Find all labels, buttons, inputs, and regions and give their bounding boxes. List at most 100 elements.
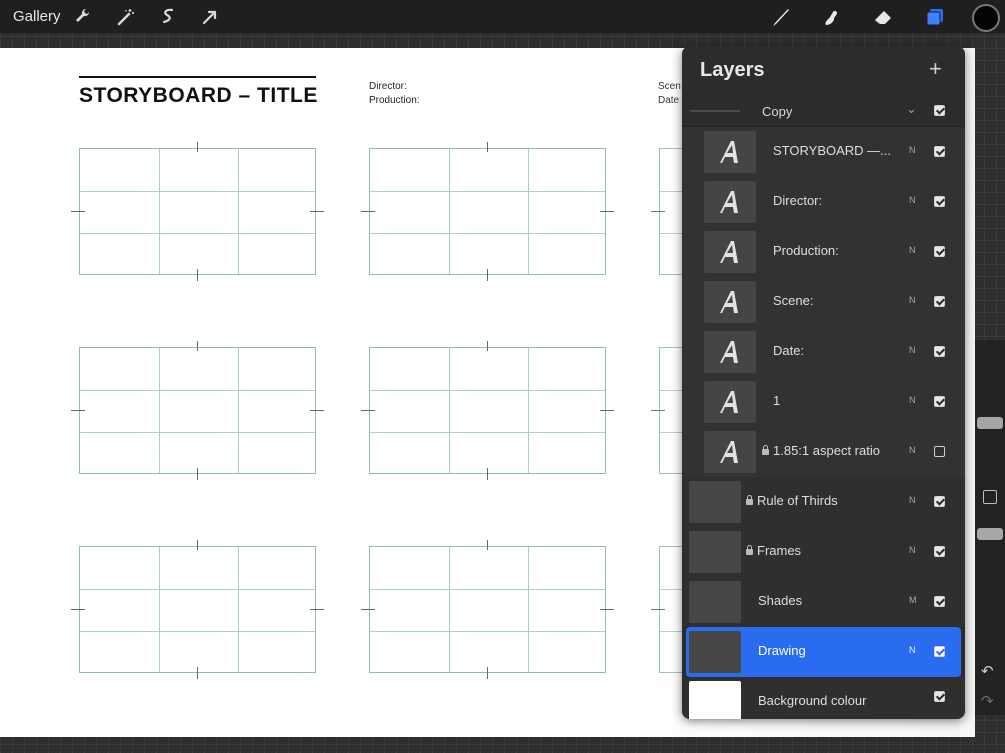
blend-mode-button[interactable]: N — [909, 345, 916, 355]
text-layer-thumbnail — [704, 181, 756, 223]
frame-center-mark — [197, 468, 198, 480]
lock-icon — [746, 495, 753, 505]
blend-mode-button[interactable]: N — [909, 495, 916, 505]
blend-mode-button[interactable]: N — [909, 645, 916, 655]
layer-name: Shades — [758, 593, 803, 608]
text-layer-thumbnail — [704, 131, 756, 173]
frame-center-mark — [361, 211, 375, 212]
rule-of-thirds-line — [80, 589, 315, 590]
frame-center-mark — [197, 341, 198, 351]
eraser-icon[interactable] — [872, 6, 894, 28]
rule-of-thirds-line — [370, 631, 605, 632]
frame-center-mark — [197, 667, 198, 679]
layer-visibility-checkbox[interactable] — [934, 246, 945, 257]
storyboard-frame — [79, 546, 316, 673]
layer-name: 1.85:1 aspect ratio — [762, 443, 880, 458]
blend-mode-button[interactable]: N — [909, 295, 916, 305]
rule-of-thirds-line — [449, 348, 450, 473]
frame-center-mark — [487, 540, 488, 550]
wrench-icon[interactable] — [72, 6, 94, 28]
blend-mode-button[interactable]: N — [909, 145, 916, 155]
layer-visibility-checkbox[interactable] — [934, 446, 945, 457]
redo-icon[interactable]: ↷ — [981, 692, 994, 710]
layer-visibility-checkbox[interactable] — [934, 691, 945, 702]
smudge-icon[interactable] — [820, 6, 842, 28]
layer-name: Date: — [773, 343, 805, 358]
blend-mode-button[interactable]: N — [909, 195, 916, 205]
text-a-icon — [720, 291, 738, 313]
brush-icon[interactable] — [770, 6, 792, 28]
brush-size-slider[interactable] — [977, 417, 1003, 429]
layer-visibility-checkbox[interactable] — [934, 596, 945, 607]
layer-visibility-checkbox[interactable] — [934, 296, 945, 307]
blend-mode-button[interactable]: N — [909, 245, 916, 255]
layer-row[interactable]: Director: N — [682, 177, 965, 228]
rule-of-thirds-line — [80, 390, 315, 391]
magic-wand-icon[interactable] — [115, 6, 137, 28]
layer-row[interactable]: Production: N — [682, 227, 965, 278]
layer-row[interactable]: Background colour — [682, 677, 965, 719]
layer-thumbnail — [689, 581, 741, 623]
opacity-slider[interactable] — [977, 528, 1003, 540]
storyboard-frame — [79, 347, 316, 474]
transform-icon[interactable] — [199, 6, 221, 28]
frame-center-mark — [487, 269, 488, 281]
group-name: Copy — [762, 104, 793, 119]
modify-button[interactable] — [983, 490, 997, 504]
frame-center-mark — [71, 211, 85, 212]
group-thumbnail — [690, 110, 740, 112]
layer-visibility-checkbox[interactable] — [934, 496, 945, 507]
layer-row[interactable]: Drawing N — [686, 627, 961, 678]
layer-thumbnail — [689, 481, 741, 523]
layer-group-copy[interactable]: Copy ⌄ — [682, 96, 965, 127]
layers-title: Layers — [700, 59, 765, 81]
layer-row[interactable]: Shades M — [682, 577, 965, 628]
blend-mode-button[interactable]: N — [909, 545, 916, 555]
group-visibility-checkbox[interactable] — [934, 105, 945, 116]
selection-icon[interactable] — [157, 6, 179, 28]
text-a-icon — [720, 241, 738, 263]
scene-label: Scen — [658, 81, 681, 92]
frame-center-mark — [310, 609, 324, 610]
color-picker-button[interactable] — [972, 4, 1000, 32]
layer-row[interactable]: Scene: N — [682, 277, 965, 328]
rule-of-thirds-line — [528, 149, 529, 274]
layer-visibility-checkbox[interactable] — [934, 646, 945, 657]
layer-visibility-checkbox[interactable] — [934, 546, 945, 557]
add-layer-button[interactable]: + — [929, 56, 942, 82]
layer-name: Director: — [773, 193, 823, 208]
layer-visibility-checkbox[interactable] — [934, 196, 945, 207]
text-layer-thumbnail — [704, 231, 756, 273]
layer-name: Rule of Thirds — [746, 493, 838, 508]
rule-of-thirds-line — [370, 191, 605, 192]
rule-of-thirds-line — [80, 631, 315, 632]
blend-mode-button[interactable]: M — [909, 595, 917, 605]
rule-of-thirds-line — [449, 149, 450, 274]
blend-mode-button[interactable]: N — [909, 445, 916, 455]
lock-icon — [762, 445, 769, 455]
layer-row[interactable]: 1.85:1 aspect ratio N — [682, 427, 965, 478]
layer-row[interactable]: Frames N — [682, 527, 965, 578]
director-label: Director: — [369, 81, 407, 92]
frame-center-mark — [600, 410, 614, 411]
chevron-down-icon[interactable]: ⌄ — [906, 101, 917, 117]
frame-center-mark — [310, 211, 324, 212]
text-layer-thumbnail — [704, 331, 756, 373]
rule-of-thirds-line — [370, 390, 605, 391]
production-label: Production: — [369, 95, 420, 106]
meta-right: Scen Date — [658, 80, 681, 108]
layers-icon[interactable] — [924, 6, 946, 28]
blend-mode-button[interactable]: N — [909, 395, 916, 405]
layer-visibility-checkbox[interactable] — [934, 146, 945, 157]
layer-visibility-checkbox[interactable] — [934, 396, 945, 407]
layer-row[interactable]: Date: N — [682, 327, 965, 378]
layer-row[interactable]: Rule of Thirds N — [682, 477, 965, 528]
layer-row[interactable]: 1N — [682, 377, 965, 428]
gallery-button[interactable]: Gallery — [13, 8, 61, 25]
frame-center-mark — [487, 341, 488, 351]
storyboard-frame — [369, 347, 606, 474]
layer-row[interactable]: STORYBOARD —... N — [682, 127, 965, 178]
undo-icon[interactable]: ↶ — [981, 662, 994, 680]
frame-center-mark — [651, 609, 665, 610]
layer-visibility-checkbox[interactable] — [934, 346, 945, 357]
